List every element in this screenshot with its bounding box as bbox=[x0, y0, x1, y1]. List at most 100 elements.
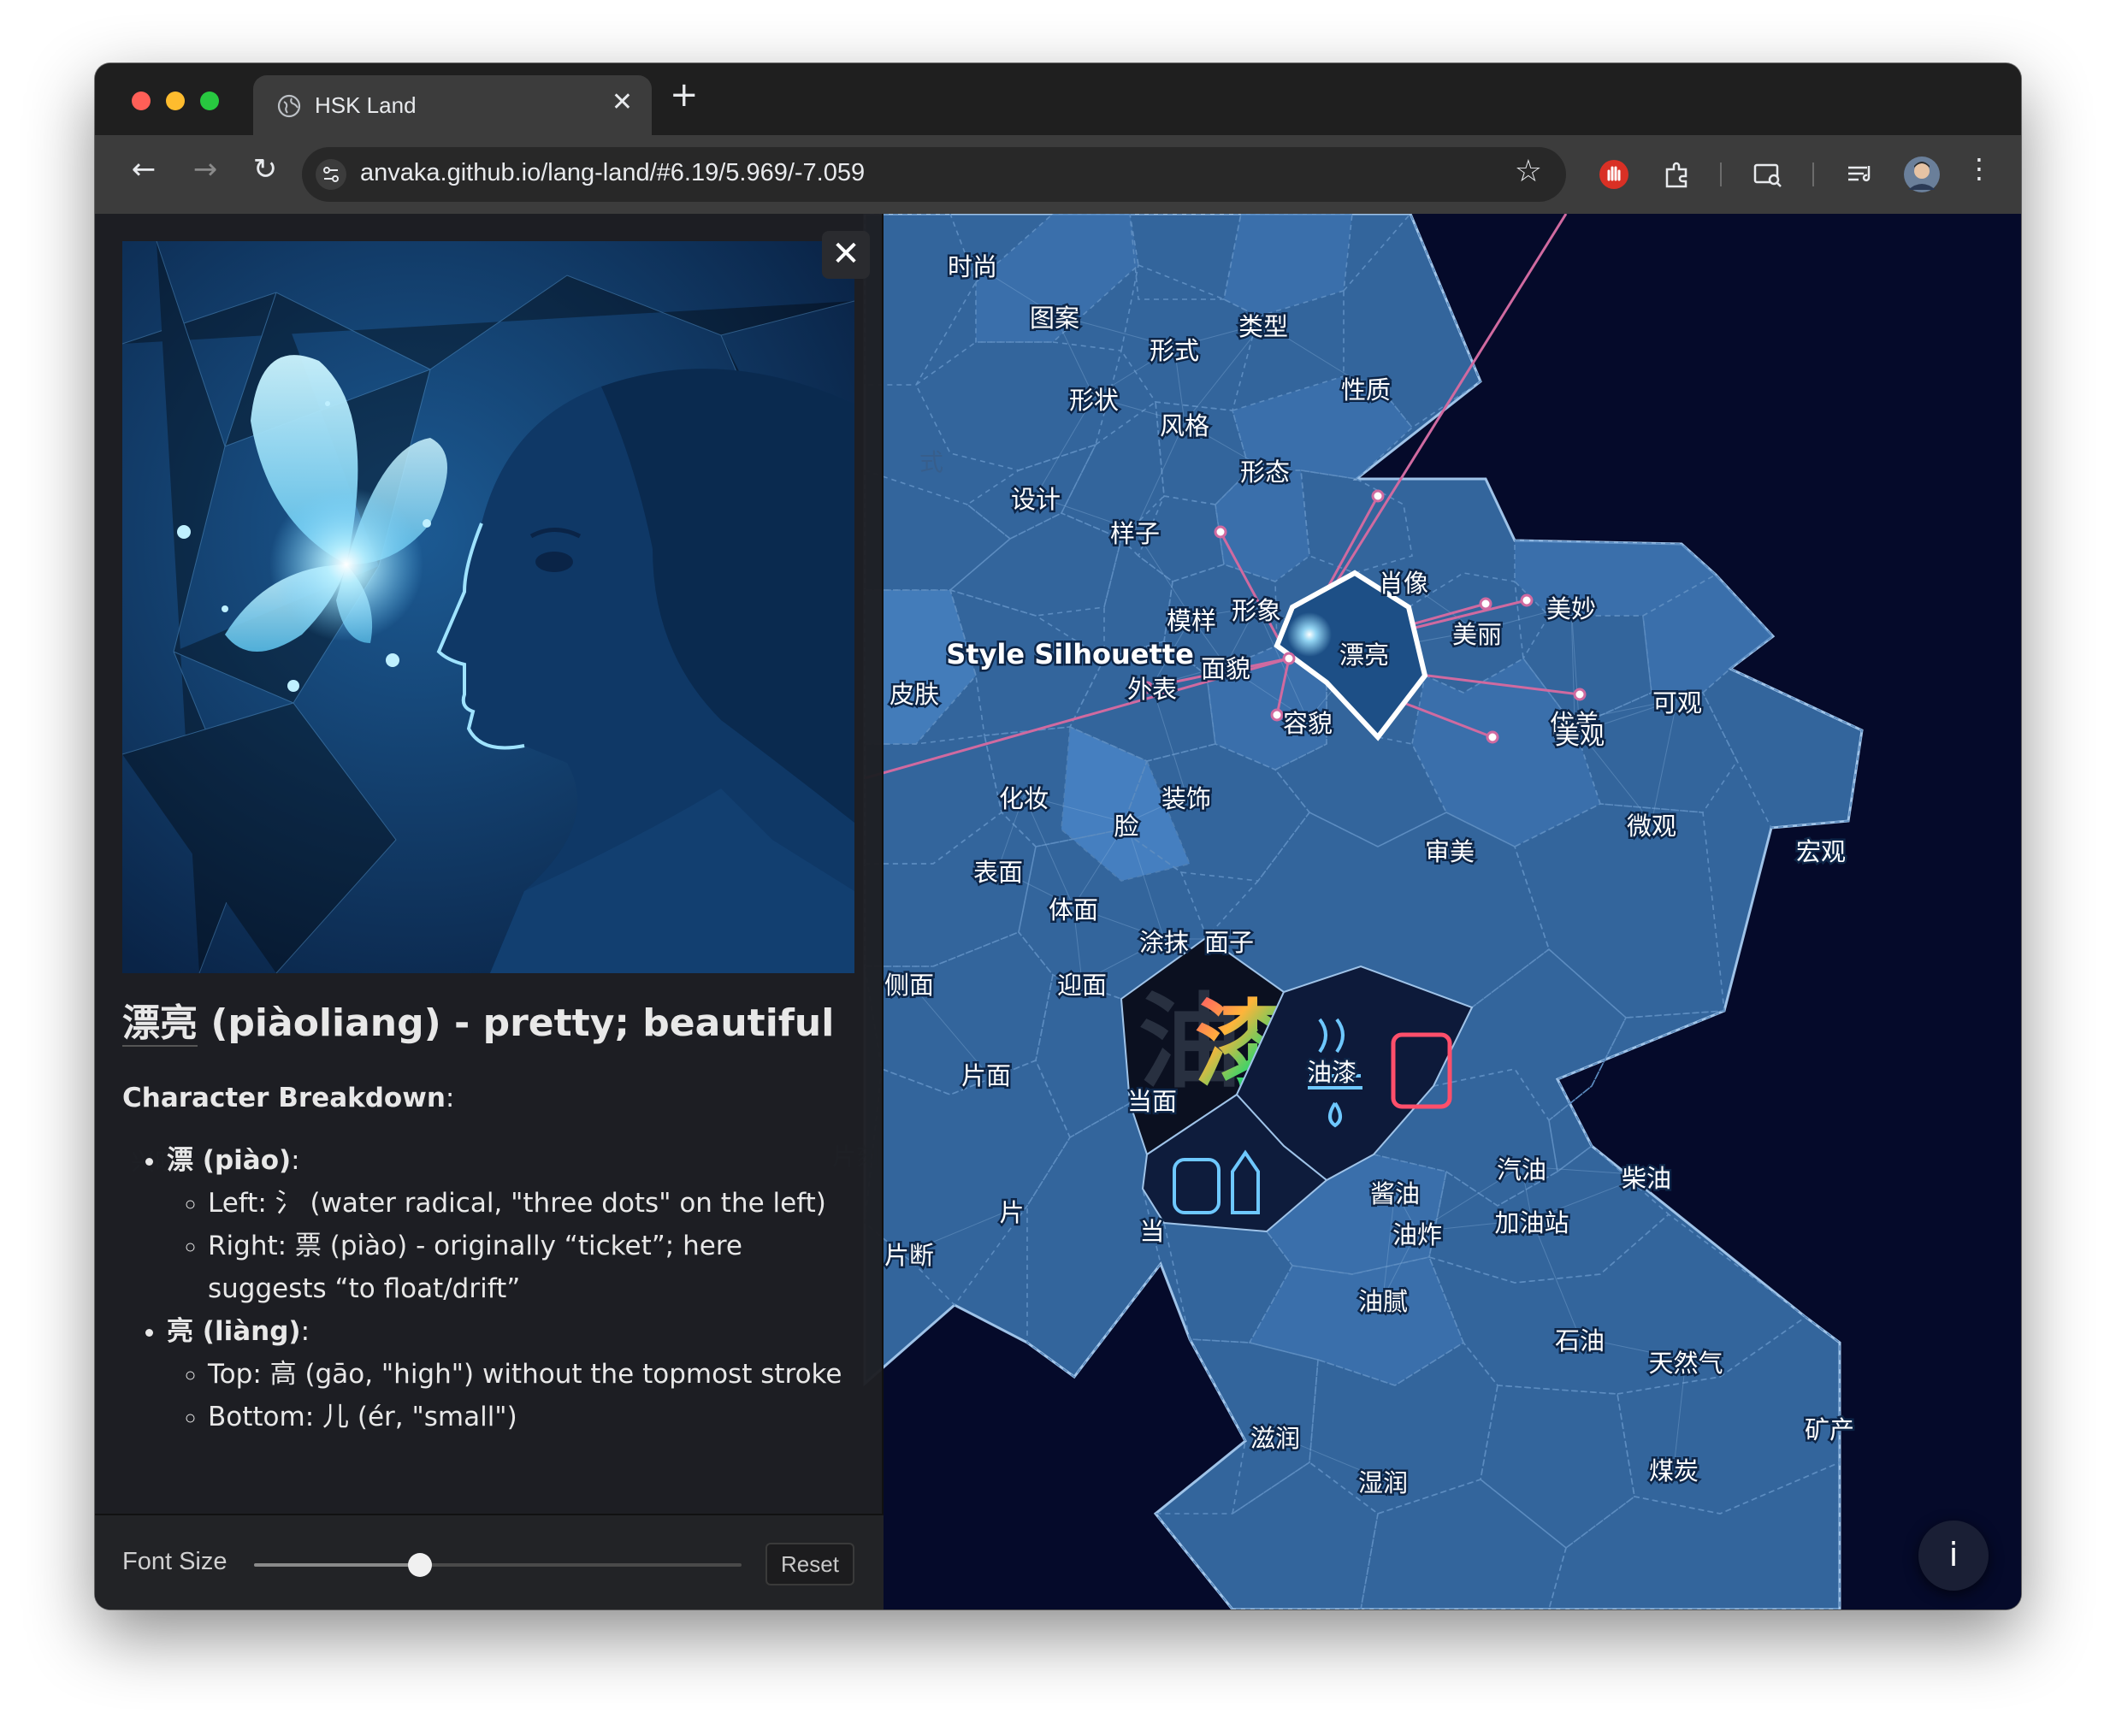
map-word-label[interactable]: 油腻 bbox=[1356, 1285, 1410, 1319]
connection-node bbox=[1214, 525, 1227, 539]
map-word-label[interactable]: 审美 bbox=[1422, 836, 1476, 869]
map-word-label[interactable]: 形状 bbox=[1067, 384, 1120, 417]
globe-icon bbox=[277, 94, 301, 118]
back-button[interactable]: ← bbox=[122, 152, 165, 186]
char-subitems: Top: 高 (gāo, "high") without the topmost… bbox=[208, 1353, 858, 1438]
map-word-label[interactable]: 肖像 bbox=[1376, 567, 1430, 600]
tab-hsk-land[interactable]: HSK Land ✕ bbox=[253, 75, 652, 135]
map-word-label-faded: 式 bbox=[919, 448, 943, 476]
map-word-label[interactable]: 当面 bbox=[1125, 1085, 1179, 1119]
map-word-label[interactable]: 体面 bbox=[1046, 894, 1100, 927]
tab-strip: HSK Land ✕ + bbox=[95, 63, 2021, 135]
map-word-label[interactable]: 面貌 bbox=[1198, 652, 1252, 686]
map-word-label[interactable]: 片断 bbox=[882, 1239, 936, 1272]
breakdown-heading: Character Breakdown: bbox=[122, 1083, 858, 1113]
browser-menu-icon[interactable]: ⋮ bbox=[1958, 152, 2001, 185]
char-subitem: Top: 高 (gāo, "high") without the topmost… bbox=[208, 1353, 858, 1396]
map-word-label[interactable]: 外表 bbox=[1125, 673, 1179, 706]
word-illustration bbox=[122, 241, 854, 973]
map-word-label[interactable]: 煤炭 bbox=[1646, 1455, 1700, 1488]
breakdown-heading-text: Character Breakdown bbox=[122, 1083, 446, 1113]
char-label: 漂 (piào) bbox=[167, 1145, 292, 1176]
map-word-label[interactable]: 形式 bbox=[1147, 334, 1201, 368]
map-word-label[interactable]: 美妙 bbox=[1544, 593, 1598, 626]
connection-node bbox=[1270, 708, 1284, 722]
map-word-label[interactable]: 涂抹 bbox=[1137, 926, 1191, 960]
map-word-label[interactable]: 面子 bbox=[1202, 926, 1256, 960]
map-word-label[interactable]: 油漆 bbox=[1304, 1056, 1358, 1089]
word-description: 漂亮 (piàoliang) - pretty; beautiful Chara… bbox=[122, 992, 858, 1438]
char-item: 漂 (piào): Left: 氵 (water radical, "three… bbox=[167, 1139, 858, 1310]
map-word-label[interactable]: 装饰 bbox=[1159, 782, 1213, 816]
reset-button[interactable]: Reset bbox=[765, 1543, 854, 1585]
map-word-label[interactable]: 宏观 bbox=[1794, 836, 1847, 869]
site-settings-icon[interactable] bbox=[316, 159, 346, 190]
map-word-label[interactable]: 天然气 bbox=[1646, 1347, 1725, 1380]
toolbar-divider bbox=[1720, 162, 1722, 186]
font-size-slider[interactable] bbox=[254, 1553, 742, 1577]
map-word-label[interactable]: 时尚 bbox=[945, 251, 999, 284]
map-word-label[interactable]: 柴油 bbox=[1619, 1162, 1673, 1196]
address-bar[interactable]: anvaka.github.io/lang-land/#6.19/5.969/-… bbox=[302, 147, 1566, 202]
close-window-button[interactable] bbox=[132, 92, 151, 110]
map-word-label[interactable]: 石油 bbox=[1552, 1325, 1606, 1358]
reload-button[interactable]: ↻ bbox=[244, 152, 287, 186]
map-word-label[interactable]: 汽油 bbox=[1494, 1154, 1548, 1187]
map-word-label[interactable]: 模样 bbox=[1164, 605, 1218, 638]
profile-avatar[interactable] bbox=[1903, 156, 1941, 193]
map-word-label[interactable]: 油炸 bbox=[1390, 1219, 1444, 1252]
map-word-label[interactable]: 加油站 bbox=[1492, 1207, 1571, 1240]
minimize-window-button[interactable] bbox=[166, 92, 185, 110]
illustration-image bbox=[122, 241, 854, 973]
map-word-label[interactable]: 形态 bbox=[1238, 456, 1291, 489]
map-word-label[interactable]: 美丽 bbox=[1450, 618, 1504, 652]
cluster-label[interactable]: Style Silhouette bbox=[944, 636, 1197, 673]
url-text: anvaka.github.io/lang-land/#6.19/5.969/-… bbox=[360, 159, 866, 186]
font-size-label: Font Size bbox=[122, 1548, 228, 1575]
forward-button[interactable]: → bbox=[184, 152, 227, 186]
font-size-slider-thumb[interactable] bbox=[407, 1553, 432, 1577]
map-word-label[interactable]: 化妆 bbox=[996, 782, 1050, 816]
map-word-label[interactable]: 脸 bbox=[1112, 810, 1141, 843]
map-word-label[interactable]: 滋润 bbox=[1248, 1422, 1302, 1456]
map-word-label[interactable]: 容貌 bbox=[1280, 707, 1334, 741]
map-word-label[interactable]: 风格 bbox=[1157, 410, 1211, 443]
new-tab-button[interactable]: + bbox=[670, 75, 699, 115]
map-word-label[interactable]: 表面 bbox=[971, 856, 1025, 889]
connection-node bbox=[1486, 730, 1499, 744]
media-controls-icon[interactable] bbox=[1843, 157, 1877, 192]
close-panel-button[interactable]: ✕ bbox=[822, 231, 870, 279]
char-breakdown-list: 漂 (piào): Left: 氵 (water radical, "three… bbox=[167, 1139, 858, 1438]
map-word-label[interactable]: 微观 bbox=[1624, 810, 1678, 843]
maximize-window-button[interactable] bbox=[200, 92, 219, 110]
map-word-label[interactable]: 图案 bbox=[1027, 302, 1081, 335]
tab-close-button[interactable]: ✕ bbox=[612, 87, 633, 117]
map-word-label[interactable]: 片 bbox=[997, 1196, 1026, 1230]
map-word-label[interactable]: 形象 bbox=[1229, 594, 1283, 628]
map-word-label[interactable]: 皮肤 bbox=[887, 678, 941, 712]
browser-window: HSK Land ✕ + ← → ↻ anvaka.github.io/lang… bbox=[95, 63, 2021, 1609]
map-word-label[interactable]: 漂亮 bbox=[1337, 639, 1391, 672]
map-word-label[interactable]: 可观 bbox=[1650, 687, 1704, 720]
map-word-label[interactable]: 湿润 bbox=[1356, 1467, 1410, 1500]
map-word-label[interactable]: 性质 bbox=[1339, 374, 1392, 407]
adblock-extension-icon[interactable] bbox=[1597, 157, 1631, 192]
bookmark-star-icon[interactable]: ☆ bbox=[1515, 154, 1542, 189]
map-word-label[interactable]: 片面 bbox=[959, 1060, 1013, 1093]
toolbar-divider bbox=[1812, 162, 1814, 186]
word-hanzi[interactable]: 漂亮 bbox=[122, 1001, 198, 1047]
char-subitem: Left: 氵 (water radical, "three dots" on … bbox=[208, 1182, 858, 1225]
map-word-label[interactable]: 侧面 bbox=[882, 969, 936, 1002]
char-subitem: Right: 票 (piào) - originally “ticket”; h… bbox=[208, 1225, 858, 1310]
map-word-label[interactable]: 酱油 bbox=[1368, 1178, 1422, 1211]
map-word-label[interactable]: 矿产 bbox=[1802, 1414, 1856, 1447]
map-word-label[interactable]: 当 bbox=[1138, 1215, 1167, 1249]
extensions-puzzle-icon[interactable] bbox=[1660, 157, 1694, 192]
map-word-label[interactable]: 类型 bbox=[1236, 310, 1290, 344]
map-word-label[interactable]: 样子 bbox=[1108, 517, 1161, 551]
info-button[interactable]: i bbox=[1918, 1520, 1989, 1591]
map-word-label[interactable]: 迎面 bbox=[1055, 969, 1108, 1002]
screen-search-icon[interactable] bbox=[1751, 157, 1785, 192]
map-word-label[interactable]: 设计 bbox=[1008, 483, 1062, 517]
map-word-label[interactable]: 美观 bbox=[1552, 719, 1606, 753]
